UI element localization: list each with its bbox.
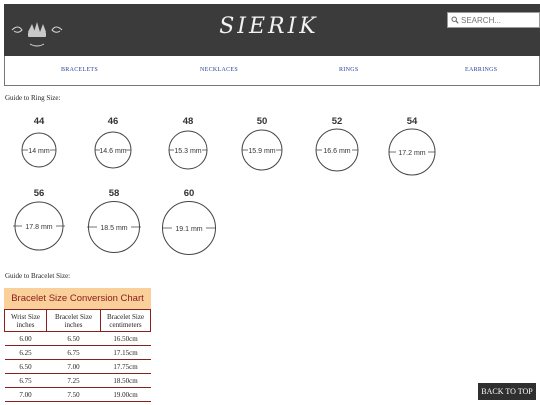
ring-diameter-label: 14 mm xyxy=(28,148,50,155)
table-cell: 7.00 xyxy=(4,387,47,402)
ring-circle-icon: 17.8 mm xyxy=(13,201,65,251)
search-icon[interactable] xyxy=(451,15,459,25)
ornament-logo-icon[interactable] xyxy=(8,12,66,50)
ring-size-number: 44 xyxy=(33,116,45,127)
column-header-bracelet-inches: Bracelet Size inches xyxy=(46,309,101,332)
table-row: 6.25 6.75 17.15cm xyxy=(4,345,151,360)
ring-circle-icon: 18.5 mm xyxy=(87,201,141,253)
table-cell: 17.75cm xyxy=(100,359,151,374)
ring-circle-icon: 15.3 mm xyxy=(168,130,208,170)
ring-diameter-label: 18.5 mm xyxy=(100,225,127,232)
table-cell: 19.00cm xyxy=(100,387,151,402)
ring-circle-icon: 14 mm xyxy=(21,132,57,168)
table-cell: 6.50 xyxy=(4,359,47,374)
ring-size-number: 56 xyxy=(33,188,45,199)
ring-diameter-label: 14.6 mm xyxy=(99,148,126,155)
site-header: SIERIK xyxy=(4,4,540,56)
bracelet-chart-title: Bracelet Size Conversion Chart xyxy=(4,288,151,309)
ring-diameter-label: 15.3 mm xyxy=(174,148,201,155)
ring-diameter-label: 17.8 mm xyxy=(25,224,52,231)
ring-diameter-label: 19.1 mm xyxy=(175,226,202,233)
table-cell: 17.15cm xyxy=(100,345,151,360)
table-cell: 7.00 xyxy=(46,359,101,374)
ring-size-number: 50 xyxy=(256,116,268,127)
ring-size-number: 48 xyxy=(182,116,194,127)
bracelet-guide-heading: Guide to Bracelet Size: xyxy=(5,272,71,280)
ring-diameter-label: 17.2 mm xyxy=(398,150,425,157)
ring-size-item: 56 17.8 mm xyxy=(11,188,67,252)
brand-logo[interactable]: SIERIK xyxy=(184,14,354,39)
ring-diameter-label: 16.6 mm xyxy=(323,148,350,155)
main-nav: BRACELETS NECKLACES RINGS EARRINGS xyxy=(4,56,540,86)
table-row: 7.00 7.50 19.00cm xyxy=(4,387,151,402)
table-row: 6.00 6.50 16.50cm xyxy=(4,331,151,346)
table-cell: 7.50 xyxy=(46,387,101,402)
table-cell: 7.25 xyxy=(46,373,101,388)
column-header-wrist: Wrist Size inches xyxy=(4,309,47,332)
ring-size-item: 48 15.3 mm xyxy=(162,116,214,172)
column-header-bracelet-cm: Bracelet Size centimeters xyxy=(100,309,151,332)
ring-size-item: 46 14.6 mm xyxy=(87,116,139,172)
nav-item-earrings[interactable]: EARRINGS xyxy=(465,67,497,73)
ring-size-item: 60 19.1 mm xyxy=(160,188,218,256)
ring-size-number: 46 xyxy=(107,116,119,127)
table-row: 6.50 7.00 17.75cm xyxy=(4,359,151,374)
table-cell: 18.50cm xyxy=(100,373,151,388)
ring-size-item: 58 18.5 mm xyxy=(85,188,143,254)
ring-size-item: 54 17.2 mm xyxy=(386,116,438,176)
table-header-row: Wrist Size inches Bracelet Size inches B… xyxy=(4,309,151,332)
ring-size-item: 44 14 mm xyxy=(13,116,65,172)
table-cell: 6.75 xyxy=(46,345,101,360)
ring-size-item: 50 15.9 mm xyxy=(236,116,288,172)
back-to-top-button[interactable]: BACK TO TOP xyxy=(478,383,536,400)
table-cell: 6.50 xyxy=(46,331,101,346)
table-cell: 6.75 xyxy=(4,373,47,388)
table-row: 6.75 7.25 18.50cm xyxy=(4,373,151,388)
table-cell: 16.50cm xyxy=(100,331,151,346)
ring-circle-icon: 19.1 mm xyxy=(162,201,216,255)
ring-guide-heading: Guide to Ring Size: xyxy=(5,94,61,102)
table-cell: 6.00 xyxy=(4,331,47,346)
nav-item-bracelets[interactable]: BRACELETS xyxy=(61,67,98,73)
search-input[interactable] xyxy=(459,13,539,27)
ring-size-number: 52 xyxy=(331,116,343,127)
ring-size-number: 54 xyxy=(406,116,418,127)
ring-circle-icon: 17.2 mm xyxy=(388,128,436,176)
ring-circle-icon: 16.6 mm xyxy=(315,128,359,172)
ring-size-item: 52 16.6 mm xyxy=(311,116,363,172)
table-cell: 6.25 xyxy=(4,345,47,360)
bracelet-size-table: Wrist Size inches Bracelet Size inches B… xyxy=(4,309,151,402)
search-box[interactable] xyxy=(447,12,540,28)
ring-circle-icon: 14.6 mm xyxy=(94,131,132,169)
ring-circle-icon: 15.9 mm xyxy=(241,129,283,171)
nav-item-rings[interactable]: RINGS xyxy=(339,67,359,73)
ring-size-number: 60 xyxy=(183,188,195,199)
ring-size-number: 58 xyxy=(108,188,120,199)
ring-diameter-label: 15.9 mm xyxy=(248,148,275,155)
nav-item-necklaces[interactable]: NECKLACES xyxy=(200,67,238,73)
